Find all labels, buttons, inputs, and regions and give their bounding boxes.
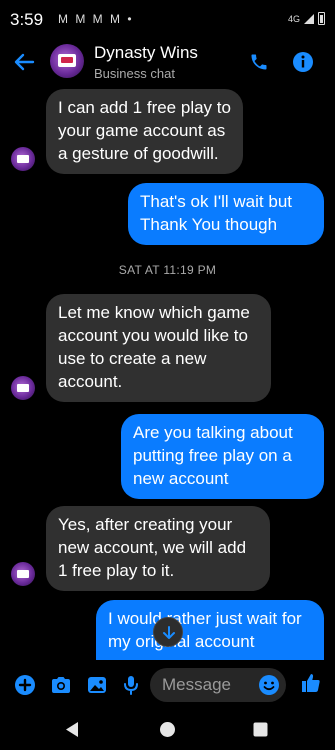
message-placeholder: Message	[162, 675, 231, 694]
microphone-icon[interactable]	[120, 674, 142, 696]
info-icon[interactable]	[292, 51, 314, 73]
nav-back-icon[interactable]	[64, 721, 80, 738]
message-bubble-outgoing[interactable]: I would rather just wait for my original…	[96, 600, 324, 660]
message-input[interactable]: Message	[150, 668, 286, 702]
network-label: 4G	[287, 13, 300, 24]
sender-avatar	[11, 147, 35, 171]
chat-title[interactable]: Dynasty Wins	[94, 43, 198, 63]
message-bubble-incoming[interactable]: I can add 1 free play to your game accou…	[46, 89, 243, 174]
chat-header: Dynasty Wins Business chat	[0, 38, 335, 90]
message-bubble-incoming[interactable]: Let me know which game account you would…	[46, 294, 271, 402]
back-arrow-icon[interactable]	[13, 51, 35, 73]
gallery-icon[interactable]	[86, 674, 108, 696]
chat-subtitle: Business chat	[94, 66, 175, 81]
nav-home-icon[interactable]	[159, 721, 176, 738]
scroll-to-bottom-button[interactable]	[153, 617, 183, 647]
system-nav-bar	[0, 710, 335, 750]
arrow-down-icon	[163, 626, 175, 639]
dynasty-logo	[58, 54, 76, 67]
nav-recents-icon[interactable]	[253, 722, 268, 737]
status-right: 4G	[288, 12, 325, 25]
phone-icon[interactable]	[249, 52, 269, 72]
signal-icon	[304, 13, 314, 24]
message-bubble-outgoing[interactable]: Are you talking about putting free play …	[121, 414, 324, 499]
sender-avatar	[11, 562, 35, 586]
message-bubble-outgoing[interactable]: That's ok I'll wait but Thank You though	[128, 183, 324, 245]
emoji-icon[interactable]	[258, 674, 280, 696]
thumbs-up-icon[interactable]	[300, 672, 322, 694]
sender-avatar	[11, 376, 35, 400]
plus-icon[interactable]	[14, 674, 36, 696]
contact-avatar[interactable]	[50, 44, 84, 78]
message-composer: Message	[0, 660, 335, 710]
notification-icons: M M M M •	[58, 12, 134, 26]
timestamp-divider: SAT AT 11:19 PM	[118, 263, 217, 277]
camera-icon[interactable]	[50, 674, 72, 696]
status-time: 3:59	[10, 10, 44, 29]
status-bar: 3:59 M M M M • 4G	[0, 0, 335, 38]
message-bubble-incoming[interactable]: Yes, after creating your new account, we…	[46, 506, 270, 591]
battery-icon	[318, 12, 325, 25]
